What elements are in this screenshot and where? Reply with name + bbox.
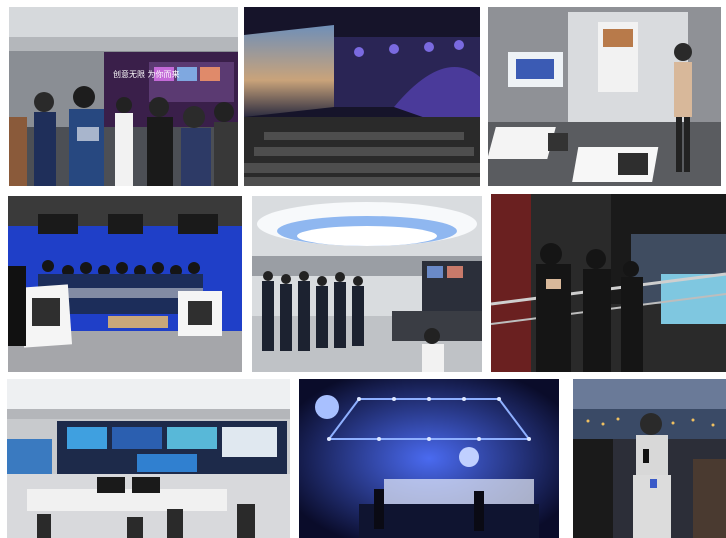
balcony-viewing-photo xyxy=(491,194,726,372)
presentation-room-qr-photo xyxy=(488,7,721,186)
theater-auditorium-photo xyxy=(244,7,480,186)
control-room-photo xyxy=(7,379,290,538)
exhibition-hall-visit-photo: 创意无限 为你而来 xyxy=(9,7,238,186)
blue-studio-group-photo xyxy=(8,196,242,372)
stage-lighting-photo xyxy=(299,379,559,538)
city-view-interview-photo xyxy=(573,379,726,538)
exhibition-sign-text: 创意无限 为你而来 xyxy=(113,69,180,79)
newsroom-tour-photo xyxy=(252,196,482,372)
